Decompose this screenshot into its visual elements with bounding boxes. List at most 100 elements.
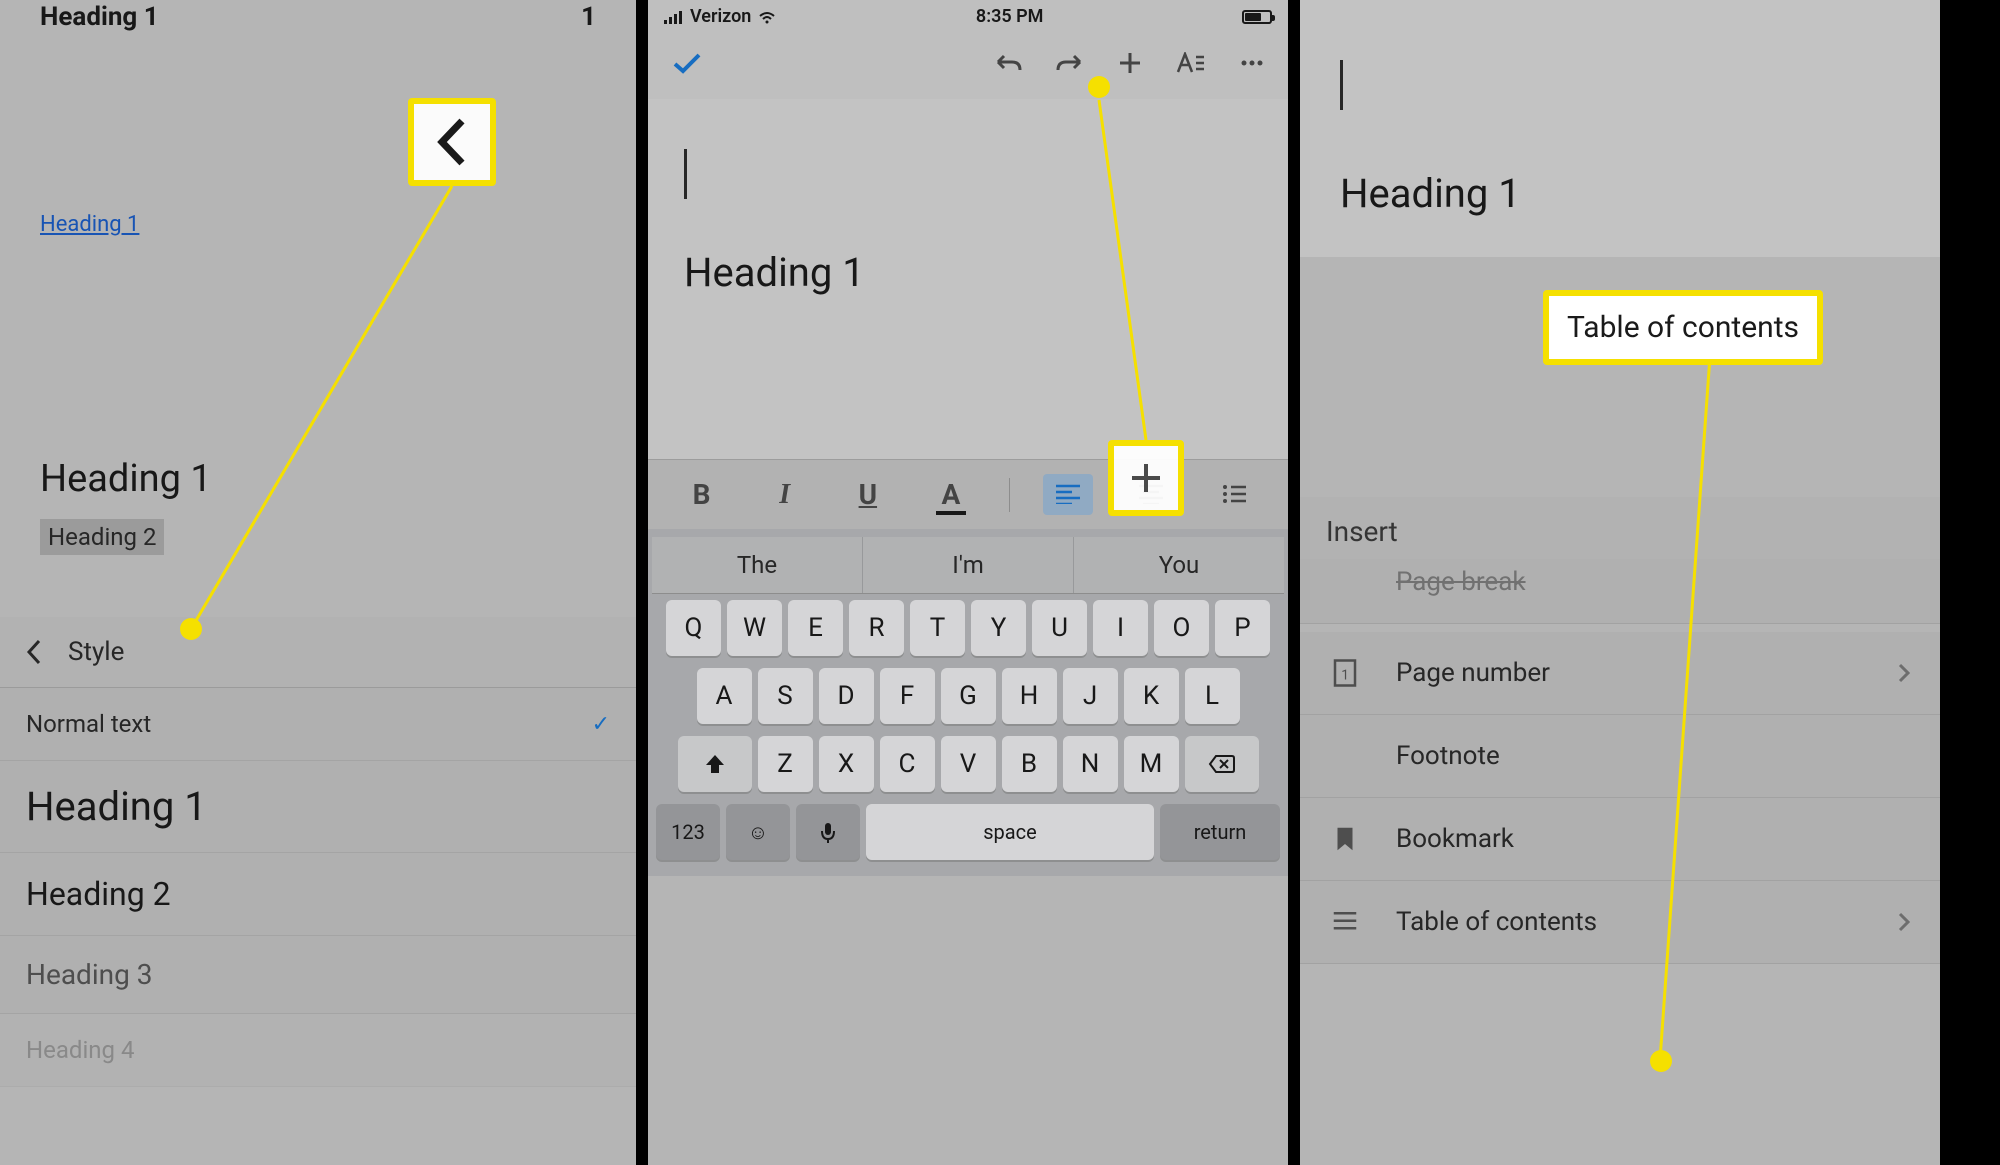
annotation-plus-box [1108,440,1184,516]
outline-heading-label: Heading 1 [40,2,159,32]
key-i[interactable]: I [1093,600,1148,656]
key-q[interactable]: Q [666,600,721,656]
insert-footnote[interactable]: Footnote [1300,715,1940,798]
insert-page-break[interactable]: Page break [1300,559,1940,624]
style-option-h4[interactable]: Heading 4 [0,1014,636,1087]
carrier-label: Verizon [690,6,751,27]
bookmark-icon [1330,824,1360,854]
align-left-button[interactable] [1043,474,1093,515]
key-a[interactable]: A [697,668,752,724]
insert-panel-header: Insert [1300,497,1940,567]
suggestion-1[interactable]: The [652,537,863,593]
annotation-chevron-box [408,98,496,186]
key-t[interactable]: T [910,600,965,656]
text-format-icon[interactable] [1176,52,1206,74]
style-option-h1[interactable]: Heading 1 [0,761,636,853]
doc-heading-1: Heading 1 [40,457,596,501]
key-o[interactable]: O [1154,600,1209,656]
key-w[interactable]: W [727,600,782,656]
key-f[interactable]: F [880,668,935,724]
text-color-button[interactable]: A [926,478,976,511]
check-icon: ✓ [592,712,610,737]
backspace-key[interactable] [1185,736,1259,792]
outline-heading-num: 1 [581,2,596,32]
bold-button[interactable]: B [677,478,727,511]
keyboard: The I'm You QWERTYUIOP ASDFGHJKL ZXCVBNM… [648,529,1288,876]
key-e[interactable]: E [788,600,843,656]
mic-key[interactable] [796,804,860,860]
key-c[interactable]: C [880,736,935,792]
key-u[interactable]: U [1032,600,1087,656]
doc-heading: Heading 1 [1340,170,1900,217]
space-key[interactable]: space [866,804,1154,860]
keyboard-row-3: ZXCVBNM [652,730,1284,798]
annotation-dot [1088,76,1110,98]
toc-link[interactable]: Heading 1 [40,212,139,237]
key-v[interactable]: V [941,736,996,792]
style-option-normal[interactable]: Normal text ✓ [0,688,636,761]
key-g[interactable]: G [941,668,996,724]
key-n[interactable]: N [1063,736,1118,792]
toc-icon [1330,907,1360,937]
doc-heading: Heading 1 [684,249,1252,296]
signal-icon [664,10,684,24]
insert-table-of-contents[interactable]: Table of contents [1300,881,1940,964]
annotation-toc-box: Table of contents [1543,290,1823,365]
insert-plus-icon[interactable] [1118,51,1142,75]
suggestion-3[interactable]: You [1074,537,1284,593]
suggestion-2[interactable]: I'm [863,537,1074,593]
key-y[interactable]: Y [971,600,1026,656]
style-header-label: Style [68,637,124,667]
svg-text:1: 1 [1341,667,1349,683]
bullet-list-button[interactable] [1209,478,1259,511]
battery-icon [1242,10,1272,24]
status-bar: Verizon 8:35 PM [648,0,1288,33]
key-h[interactable]: H [1002,668,1057,724]
text-cursor [1340,60,1343,110]
document-body[interactable]: Heading 1 [648,99,1288,459]
keyboard-row-4: 123 ☺ space return [652,798,1284,866]
underline-button[interactable]: U [843,478,893,511]
key-l[interactable]: L [1185,668,1240,724]
key-p[interactable]: P [1215,600,1270,656]
panel-style-picker: Heading 1 1 Heading 1 Heading 1 Heading … [0,0,636,1165]
check-icon [672,52,702,74]
redo-icon[interactable] [1056,52,1084,74]
undo-icon[interactable] [994,52,1022,74]
chevron-left-icon [26,639,42,665]
italic-button[interactable]: I [760,479,810,511]
key-z[interactable]: Z [758,736,813,792]
key-k[interactable]: K [1124,668,1179,724]
shift-key[interactable] [678,736,752,792]
key-r[interactable]: R [849,600,904,656]
panel-editor: Verizon 8:35 PM Heading 1 B I U A [648,0,1288,1165]
editor-toolbar [648,33,1288,99]
annotation-dot [1650,1050,1672,1072]
panel-insert-menu: Heading 1 Insert Page break 1 Page numbe… [1300,0,1940,1165]
return-key[interactable]: return [1160,804,1280,860]
page-number-icon: 1 [1330,658,1360,688]
key-b[interactable]: B [1002,736,1057,792]
format-bar: B I U A [648,459,1288,529]
key-m[interactable]: M [1124,736,1179,792]
key-j[interactable]: J [1063,668,1118,724]
numeric-key[interactable]: 123 [656,804,720,860]
document-body[interactable]: Heading 1 [1300,0,1940,257]
key-s[interactable]: S [758,668,813,724]
style-panel-header[interactable]: Style [0,617,636,688]
key-x[interactable]: X [819,736,874,792]
key-d[interactable]: D [819,668,874,724]
insert-page-number[interactable]: 1 Page number [1300,632,1940,715]
doc-heading-2-selected: Heading 2 [40,519,164,555]
done-button[interactable] [672,52,702,74]
text-cursor [684,149,687,199]
chevron-right-icon [1898,663,1910,683]
keyboard-row-1: QWERTYUIOP [652,594,1284,662]
insert-bookmark[interactable]: Bookmark [1300,798,1940,881]
annotation-dot [180,618,202,640]
more-icon[interactable] [1240,59,1264,67]
style-option-h3[interactable]: Heading 3 [0,936,636,1014]
emoji-key[interactable]: ☺ [726,804,790,860]
style-option-h2[interactable]: Heading 2 [0,853,636,936]
clock-label: 8:35 PM [976,6,1044,27]
